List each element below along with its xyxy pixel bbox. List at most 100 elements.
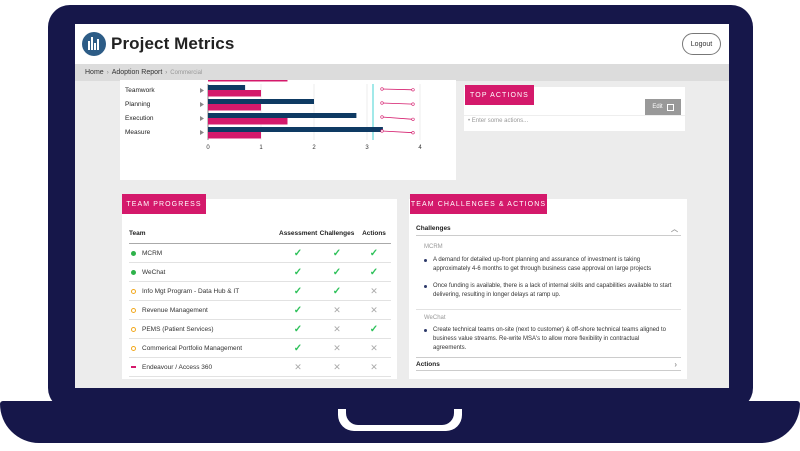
breadcrumb: Home › Adoption Report › Commercial <box>75 64 729 81</box>
metrics-logo-icon <box>82 32 106 56</box>
team-cell: PEMS (Patient Services) <box>129 326 279 333</box>
cross-icon: ✕ <box>370 361 378 372</box>
team-cell: Info Mgt Program - Data Hub & IT <box>129 288 279 295</box>
table-row[interactable]: Commerical Portfolio Management ✓ ✕ ✕ <box>129 339 391 358</box>
column-header-team: Team <box>129 230 146 237</box>
app-header: Project Metrics Logout <box>75 24 729 64</box>
team-challenges-panel: TEAM CHALLENGES & ACTIONS Challenges ︿ M… <box>409 194 687 379</box>
status-dot-icon <box>131 307 136 313</box>
app-title: Project Metrics <box>111 34 235 53</box>
column-header-challenges: Challenges <box>319 230 355 237</box>
assessment-cell: ✓ <box>279 343 317 354</box>
breadcrumb-report[interactable]: Adoption Report <box>112 69 163 76</box>
cross-icon: ✕ <box>333 342 341 353</box>
assessment-cell: ✓ <box>279 286 317 297</box>
team-progress-panel: TEAM PROGRESS Team Assessment Challenges… <box>122 194 397 379</box>
check-icon: ✓ <box>293 304 303 316</box>
challenges-cell: ✕ <box>317 305 357 316</box>
trend-point <box>411 88 415 92</box>
laptop-notch-inner <box>346 409 454 425</box>
breadcrumb-separator: › <box>165 69 168 76</box>
x-tick-label: 3 <box>365 145 369 151</box>
x-tick-label: 0 <box>206 145 210 151</box>
status-dot-icon <box>131 250 136 256</box>
challenges-cell: ✕ <box>317 343 357 354</box>
cross-icon: ✕ <box>370 304 378 315</box>
bar-execution-series-2 <box>208 118 288 125</box>
assessment-cell: ✓ <box>279 324 317 335</box>
assessment-chart: 0 1 2 3 4 Teamwork Planning Execution Measure <box>125 80 422 151</box>
top-actions-panel: TOP ACTIONS Edit • Enter some actions... <box>464 85 685 131</box>
check-icon: ✓ <box>332 247 342 259</box>
cross-icon: ✕ <box>370 285 378 296</box>
expand-arrow-icon[interactable] <box>200 88 204 93</box>
cross-icon: ✕ <box>333 304 341 315</box>
x-tick-label: 1 <box>259 145 263 151</box>
trend-point <box>380 115 384 119</box>
actions-cell: ✕ <box>357 343 391 354</box>
category-label: Planning <box>125 101 151 108</box>
trend-line <box>381 102 414 105</box>
challenges-cell: ✓ <box>317 286 357 297</box>
actions-accordion[interactable]: Actions › <box>416 357 681 371</box>
trend-line <box>381 88 414 91</box>
bar-planning-series-2 <box>208 104 261 111</box>
cross-icon: ✕ <box>370 342 378 353</box>
expand-arrow-icon[interactable] <box>200 130 204 135</box>
trend-point <box>411 102 415 106</box>
check-icon: ✓ <box>293 266 303 278</box>
breadcrumb-current: Commercial <box>170 69 203 76</box>
table-row[interactable]: Endeavour / Access 360 ✕ ✕ ✕ <box>129 358 391 377</box>
table-row[interactable]: Revenue Management ✓ ✕ ✕ <box>129 301 391 320</box>
check-icon: ✓ <box>293 342 303 354</box>
challenges-cell: ✕ <box>317 324 357 335</box>
x-tick-label: 2 <box>312 145 316 151</box>
team-progress-table: Team Assessment Challenges Actions MCRM ✓… <box>129 224 391 377</box>
cross-icon: ✕ <box>333 361 341 372</box>
check-icon: ✓ <box>293 247 303 259</box>
challenges-cell: ✕ <box>317 362 357 373</box>
table-row[interactable]: WeChat ✓ ✓ ✓ <box>129 263 391 282</box>
expand-arrow-icon[interactable] <box>200 102 204 107</box>
check-icon: ✓ <box>369 247 379 259</box>
expand-arrow-icon[interactable] <box>200 116 204 121</box>
divider <box>416 309 681 310</box>
table-row[interactable]: MCRM ✓ ✓ ✓ <box>129 244 391 263</box>
team-name: WeChat <box>142 268 166 276</box>
trend-line <box>381 130 414 134</box>
challenges-accordion[interactable]: Challenges ︿ <box>416 222 681 236</box>
breadcrumb-home[interactable]: Home <box>85 69 104 76</box>
actions-cell: ✕ <box>357 362 391 373</box>
team-name: Endeavour / Access 360 <box>142 363 213 371</box>
category-label: Measure <box>125 129 151 136</box>
check-icon: ✓ <box>293 285 303 297</box>
category-label: Execution <box>125 115 154 122</box>
challenge-bullet: Create technical teams on-site (next to … <box>424 326 674 353</box>
bar-measure-series-1 <box>208 127 383 132</box>
team-name: Commerical Portfolio Management <box>142 344 243 352</box>
status-dot-icon <box>131 269 136 275</box>
chevron-right-icon[interactable]: › <box>674 360 677 369</box>
status-dash-icon <box>131 366 136 368</box>
trend-point <box>380 87 384 91</box>
logout-button[interactable]: Logout <box>682 33 721 55</box>
top-actions-title: TOP ACTIONS <box>465 85 534 105</box>
team-name: PEMS (Patient Services) <box>142 325 214 333</box>
table-row[interactable]: PEMS (Patient Services) ✓ ✕ ✓ <box>129 320 391 339</box>
status-dot-icon <box>131 288 136 294</box>
challenges-cell: ✓ <box>317 248 357 259</box>
table-row[interactable]: Info Mgt Program - Data Hub & IT ✓ ✓ ✕ <box>129 282 391 301</box>
bar-execution-series-1 <box>208 113 357 118</box>
team-challenges-title: TEAM CHALLENGES & ACTIONS <box>410 194 547 214</box>
top-actions-input[interactable]: • Enter some actions... <box>468 118 528 124</box>
assessment-cell: ✓ <box>279 248 317 259</box>
edit-button[interactable]: Edit <box>645 99 681 115</box>
column-header-assessment: Assessment <box>279 230 318 237</box>
check-icon: ✓ <box>369 266 379 278</box>
chevron-up-icon[interactable]: ︿ <box>671 224 678 234</box>
challenges-label: Challenges <box>416 225 451 232</box>
check-icon: ✓ <box>293 323 303 335</box>
assessment-chart-panel: 0 1 2 3 4 Teamwork Planning Execution Measure <box>120 80 456 180</box>
actions-cell: ✕ <box>357 286 391 297</box>
edit-label: Edit <box>652 104 663 110</box>
